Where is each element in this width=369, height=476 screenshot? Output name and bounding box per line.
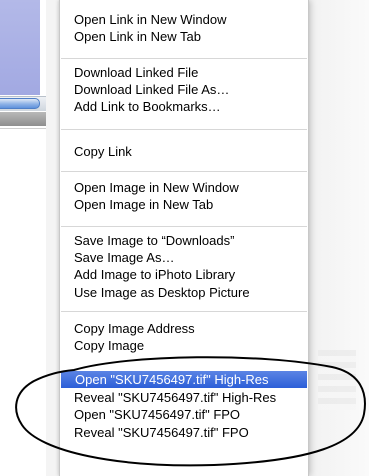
menu-item-open-image-new-tab[interactable]: Open Image in New Tab bbox=[60, 196, 308, 213]
menu-item-save-image-to-downloads[interactable]: Save Image to “Downloads” bbox=[60, 232, 308, 249]
menu-separator bbox=[61, 226, 307, 227]
menu-separator bbox=[61, 311, 307, 312]
menu-item-open-link-new-tab[interactable]: Open Link in New Tab bbox=[60, 28, 308, 45]
background-window-panel bbox=[0, 0, 40, 95]
menu-item-copy-image[interactable]: Copy Image bbox=[60, 337, 308, 354]
background-page-text bbox=[318, 350, 356, 410]
menu-item-copy-image-address[interactable]: Copy Image Address bbox=[60, 320, 308, 337]
menu-item-download-linked-file-as[interactable]: Download Linked File As… bbox=[60, 81, 308, 98]
menu-separator bbox=[61, 171, 307, 172]
background-window-shelf bbox=[0, 112, 46, 126]
menu-item-open-sku-high-res[interactable]: Open "SKU7456497.tif" High-Res bbox=[61, 371, 307, 388]
menu-separator bbox=[61, 58, 307, 59]
menu-item-use-image-as-desktop[interactable]: Use Image as Desktop Picture bbox=[60, 284, 308, 301]
menu-item-open-image-new-window[interactable]: Open Image in New Window bbox=[60, 179, 308, 196]
background-scroll-thumb[interactable] bbox=[0, 98, 40, 109]
menu-item-add-link-to-bookmarks[interactable]: Add Link to Bookmarks… bbox=[60, 98, 308, 115]
menu-item-open-sku-fpo[interactable]: Open "SKU7456497.tif" FPO bbox=[60, 406, 308, 423]
menu-item-reveal-sku-high-res[interactable]: Reveal "SKU7456497.tif" High-Res bbox=[60, 389, 308, 406]
background-window-divider bbox=[0, 128, 46, 129]
menu-separator bbox=[61, 129, 307, 130]
menu-item-reveal-sku-fpo[interactable]: Reveal "SKU7456497.tif" FPO bbox=[60, 424, 308, 441]
context-menu: Open Link in New Window Open Link in New… bbox=[59, 0, 309, 476]
menu-item-copy-link[interactable]: Copy Link bbox=[60, 143, 308, 160]
menu-item-download-linked-file[interactable]: Download Linked File bbox=[60, 64, 308, 81]
background-window bbox=[0, 0, 46, 476]
menu-item-open-link-new-window[interactable]: Open Link in New Window bbox=[60, 11, 308, 28]
menu-item-save-image-as[interactable]: Save Image As… bbox=[60, 249, 308, 266]
menu-item-add-image-to-iphoto[interactable]: Add Image to iPhoto Library bbox=[60, 266, 308, 283]
